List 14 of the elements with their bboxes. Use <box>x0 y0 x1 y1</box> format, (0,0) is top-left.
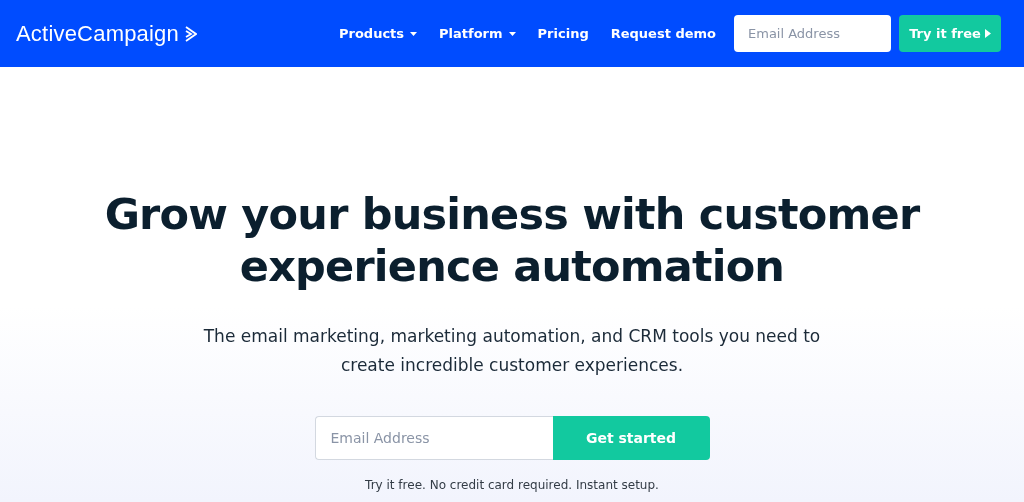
caret-icon <box>410 31 418 36</box>
nav-link[interactable]: Products <box>338 26 418 41</box>
caret-icon <box>508 31 516 36</box>
email-field[interactable]: Email Address <box>734 15 891 52</box>
nav-link[interactable]: Request demo <box>610 26 716 41</box>
nav-link[interactable]: Platform <box>439 26 516 41</box>
logo[interactable]: ActiveCampaign <box>16 20 179 47</box>
email-field[interactable]: Email Address <box>314 416 553 460</box>
hero-subtitle: The email marketing, marketing automation, and CRM tools you need to create incredible customer experiences. <box>202 325 822 377</box>
play-icon <box>984 29 991 38</box>
nav-link[interactable]: Pricing <box>537 26 589 41</box>
hero-title: Grow your business with customer experience automation <box>103 188 921 292</box>
chevron-icon <box>185 25 197 42</box>
signup-note: Try it free. No credit card required. Instant setup. <box>365 478 659 492</box>
